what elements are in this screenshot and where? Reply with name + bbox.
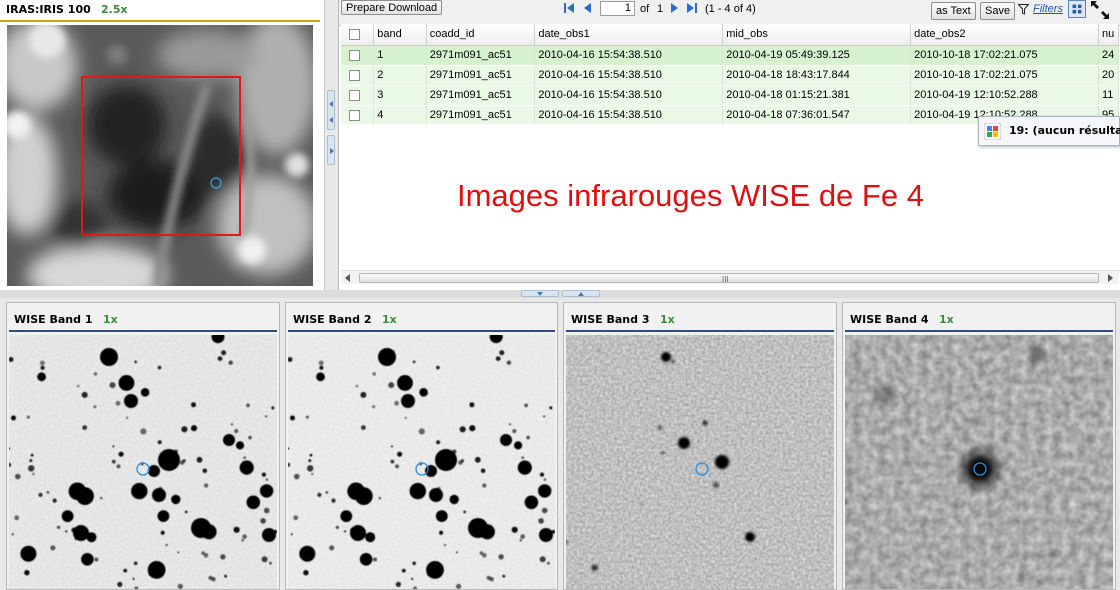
wise-band-4-panel: WISE Band 4 1x — [842, 302, 1116, 590]
select-all-header[interactable] — [341, 24, 375, 46]
table-row[interactable]: 2 2971m091_ac51 2010-04-16 15:54:38.510 … — [341, 65, 1119, 86]
wise-band-4-image[interactable] — [845, 335, 1113, 589]
cell-nu: 24 — [1098, 45, 1119, 66]
cell-coadd-id: 2971m091_ac51 — [426, 45, 536, 66]
cell-coadd-id: 2971m091_ac51 — [426, 105, 536, 124]
pager-prev-icon[interactable] — [581, 2, 593, 14]
horizontal-scrollbar[interactable]: III — [341, 270, 1119, 284]
cell-date-obs1: 2010-04-16 15:54:38.510 — [534, 105, 724, 124]
wise-band-1-panel: WISE Band 1 1x — [6, 302, 280, 590]
pager-last-icon[interactable] — [686, 2, 698, 14]
filter-icon[interactable] — [1018, 4, 1029, 15]
pager-first-icon[interactable] — [563, 2, 575, 14]
cell-mid-obs: 2010-04-18 01:15:21.381 — [722, 85, 912, 106]
as-text-button[interactable]: as Text — [931, 2, 976, 20]
tooltip-text: 19: (aucun résultat) — [1009, 124, 1120, 137]
row-checkbox[interactable] — [349, 109, 360, 121]
cell-band: 3 — [373, 85, 427, 106]
column-header[interactable]: nu — [1098, 24, 1119, 46]
cell-date-obs1: 2010-04-16 15:54:38.510 — [534, 85, 724, 106]
annotation-text: Images infrarouges WISE de Fe 4 — [457, 178, 924, 213]
wise-band-3-image[interactable] — [566, 335, 834, 589]
table-row[interactable]: 1 2971m091_ac51 2010-04-16 15:54:38.510 … — [341, 45, 1119, 66]
column-header[interactable]: band — [373, 24, 427, 46]
collapse-top-handle[interactable] — [562, 290, 600, 297]
cell-coadd-id: 2971m091_ac51 — [426, 65, 536, 86]
cell-date-obs1: 2010-04-16 15:54:38.510 — [534, 45, 724, 66]
iras-image[interactable] — [7, 25, 313, 286]
cell-band: 4 — [373, 105, 427, 124]
pager-next-icon[interactable] — [669, 2, 681, 14]
cell-band: 2 — [373, 65, 427, 86]
cell-band: 1 — [373, 45, 427, 66]
results-grid: band coadd_id date_obs1 mid_obs date_obs… — [341, 24, 1119, 124]
wise-band-3-zoom[interactable]: 1x — [660, 313, 675, 326]
wise-band-3-header: WISE Band 3 1x — [566, 305, 834, 332]
grid-view-icon[interactable] — [1068, 0, 1086, 18]
wise-band-3-title: WISE Band 3 — [571, 313, 650, 326]
scroll-right-arrow[interactable] — [1108, 274, 1113, 282]
google-results-tooltip[interactable]: 19: (aucun résultat) — [978, 116, 1120, 146]
table-toolbar: Prepare Download 1 of 1 (1 - 4 of 4) as … — [339, 0, 1120, 26]
wise-band-4-header: WISE Band 4 1x — [845, 305, 1113, 332]
column-header[interactable]: coadd_id — [426, 24, 536, 46]
wise-band-1-image[interactable] — [9, 335, 277, 589]
collapse-left-handle[interactable] — [327, 90, 335, 130]
prepare-download-button[interactable]: Prepare Download — [341, 0, 443, 15]
cell-date-obs2: 2010-10-18 17:02:21.075 — [910, 45, 1099, 66]
cell-coadd-id: 2971m091_ac51 — [426, 85, 536, 106]
horizontal-splitter[interactable] — [0, 290, 1120, 298]
cell-nu: 11 — [1098, 85, 1119, 106]
pager-of-label: of — [640, 3, 650, 15]
select-all-checkbox[interactable] — [349, 28, 360, 40]
cell-nu: 20 — [1098, 65, 1119, 86]
wise-band-2-zoom[interactable]: 1x — [382, 313, 397, 326]
pager-total-pages: 1 — [657, 3, 664, 15]
table-header-row: band coadd_id date_obs1 mid_obs date_obs… — [341, 24, 1119, 46]
cell-mid-obs: 2010-04-18 18:43:17.844 — [722, 65, 912, 86]
wise-band-1-header: WISE Band 1 1x — [9, 305, 277, 332]
table-row[interactable]: 3 2971m091_ac51 2010-04-16 15:54:38.510 … — [341, 85, 1119, 106]
iras-zoom-level[interactable]: 2.5x — [101, 3, 128, 16]
cell-date-obs2: 2010-10-18 17:02:21.075 — [910, 65, 1099, 86]
google-icon — [984, 123, 1001, 140]
wise-band-2-panel: WISE Band 2 1x — [285, 302, 558, 590]
filters-link[interactable]: Filters — [1033, 3, 1063, 15]
wise-band-4-zoom[interactable]: 1x — [939, 313, 954, 326]
pager-range-label: (1 - 4 of 4) — [705, 3, 756, 15]
row-checkbox[interactable] — [349, 89, 360, 101]
row-checkbox[interactable] — [349, 69, 360, 81]
wise-band-2-image[interactable] — [288, 335, 555, 589]
expand-left-handle[interactable] — [327, 135, 335, 165]
row-checkbox[interactable] — [349, 49, 360, 61]
cell-date-obs1: 2010-04-16 15:54:38.510 — [534, 65, 724, 86]
cell-mid-obs: 2010-04-18 07:36:01.547 — [722, 105, 912, 124]
column-header[interactable]: date_obs2 — [910, 24, 1099, 46]
collapse-bottom-handle[interactable] — [521, 290, 559, 297]
iras-viewer-panel: IRAS:IRIS 100 2.5x — [0, 0, 325, 290]
wise-band-2-header: WISE Band 2 1x — [288, 305, 555, 332]
wise-band-2-title: WISE Band 2 — [293, 313, 372, 326]
iras-viewer-title: IRAS:IRIS 100 — [6, 3, 91, 16]
column-header[interactable]: mid_obs — [722, 24, 912, 46]
wise-band-1-zoom[interactable]: 1x — [103, 313, 118, 326]
page-number-input[interactable]: 1 — [600, 1, 635, 16]
cell-date-obs2: 2010-04-19 12:10:52.288 — [910, 85, 1099, 106]
wise-band-1-title: WISE Band 1 — [14, 313, 93, 326]
cell-mid-obs: 2010-04-19 05:49:39.125 — [722, 45, 912, 66]
iras-viewer-header: IRAS:IRIS 100 2.5x — [0, 0, 320, 22]
column-header[interactable]: date_obs1 — [534, 24, 724, 46]
wise-band-3-panel: WISE Band 3 1x — [563, 302, 837, 590]
save-button[interactable]: Save — [980, 2, 1016, 20]
scrollbar-thumb[interactable]: III — [359, 273, 1099, 284]
expand-icon[interactable] — [1089, 0, 1111, 20]
wise-band-4-title: WISE Band 4 — [850, 313, 929, 326]
scroll-left-arrow[interactable] — [345, 274, 350, 282]
